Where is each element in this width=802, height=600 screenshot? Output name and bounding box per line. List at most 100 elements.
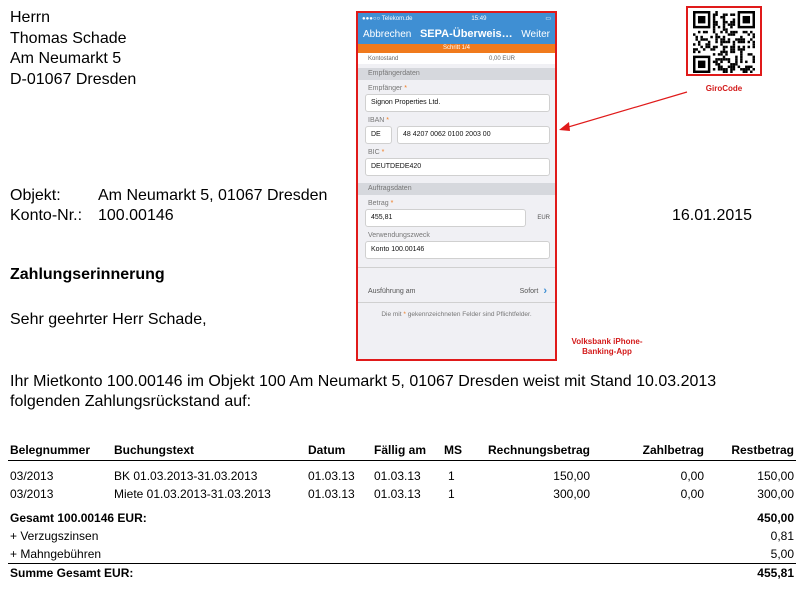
balance-label: Kontostand [368,55,399,62]
banking-app-screenshot: ●●●○○ Telekom.de 15:49 ▭ Abbrechen SEPA-… [356,11,557,361]
required-star: * [386,117,390,124]
balance-row: Kontostand 0,00 EUR [358,53,555,64]
cell: 1 [448,469,455,483]
qr-code-icon [693,11,755,73]
section-recipient: Empfängerdaten [358,68,555,80]
nav-bar: Abbrechen SEPA-Überweis… Weiter [358,24,555,44]
execution-right: Sofort › [520,285,547,297]
object-label: Objekt: [10,187,61,204]
fees-row: + Mahngebühren 5,00 [8,545,796,564]
amount-label-text: Betrag [368,200,389,207]
note-pre: Die mit [381,311,402,318]
amount-field[interactable]: 455,81 [365,209,526,227]
address-name: Thomas Schade [10,29,127,47]
object-row: Objekt: Am Neumarkt 5, 01067 Dresden [10,186,327,206]
iban-label-text: IBAN [368,117,385,124]
execution-label: Ausführung am [368,287,416,295]
balance-value: 0,00 EUR [488,55,515,62]
cell: 01.03.13 [308,469,355,483]
iban-field[interactable]: 48 4207 0062 0100 2003 00 [397,126,550,144]
cell: 0,00 [680,487,704,501]
signal-icon: ●●●○○ [362,15,382,22]
recipient-address: Herrn Thomas Schade Am Neumarkt 5 D-0106… [10,8,136,90]
divider [358,302,555,303]
table-header-row: Belegnummer Buchungstext Datum Fällig am… [8,440,796,461]
interest-label: + Verzugszinsen [10,529,99,543]
recipient-field[interactable]: Signon Properties Ltd. [365,94,550,112]
interest-value: 0,81 [770,529,794,543]
required-star: * [390,200,394,207]
purpose-field[interactable]: Konto 100.00146 [365,241,550,259]
carrier-label: Telekom.de [381,15,413,22]
amount-label: Betrag * [358,200,555,207]
cell: 300,00 [553,487,590,501]
execution-value: Sofort [519,287,539,295]
col-header: Belegnummer [8,440,112,461]
required-star: * [403,311,406,318]
required-star: * [381,149,385,156]
col-header: MS [442,440,476,461]
greeting: Sehr geehrter Herr Schade, [10,311,207,328]
cell: 01.03.13 [374,469,421,483]
cell: 1 [448,487,455,501]
cell: 0,00 [680,469,704,483]
app-caption: Volksbank iPhone-Banking-App [571,337,643,356]
cell: Miete 01.03.2013-31.03.2013 [114,487,271,501]
fees-value: 5,00 [770,547,794,561]
purpose-label: Verwendungszweck [368,232,430,239]
bic-label: BIC * [358,149,555,156]
step-indicator: Schritt 1/4 [358,44,555,53]
address-city: D-01067 Dresden [10,70,137,88]
body-paragraph: Ihr Mietkonto 100.00146 im Objekt 100 Am… [10,373,717,410]
cell: 150,00 [553,469,590,483]
col-header: Restbetrag [706,440,796,461]
section-order: Auftragsdaten [358,183,555,195]
object-info: Objekt: Am Neumarkt 5, 01067 Dresden Kon… [10,186,327,226]
total-value: 450,00 [757,511,794,525]
col-header: Zahlbetrag [592,440,706,461]
recipient-label: Empfänger * [358,85,555,92]
battery-icon: ▭ [545,16,551,22]
address-street: Am Neumarkt 5 [10,50,122,67]
note-post: gekennzeichneten Felder sind Pflichtfeld… [407,311,532,318]
address-salutation: Herrn [10,9,51,26]
account-value: 100.00146 [98,207,174,224]
recipient-label-text: Empfänger [368,85,403,92]
sum-value: 455,81 [706,563,796,582]
qr-caption: GiroCode [705,84,743,93]
cell: 150,00 [757,469,794,483]
col-header: Buchungstext [112,440,306,461]
iban-country-field[interactable]: DE [365,126,392,144]
divider [358,267,555,268]
currency-label: EUR [537,215,550,221]
table-row: 03/2013 BK 01.03.2013-31.03.2013 01.03.1… [8,461,796,486]
sum-row: Summe Gesamt EUR: 455,81 [8,563,796,582]
cell: 01.03.13 [374,487,421,501]
col-header: Rechnungsbetrag [476,440,592,461]
col-header: Fällig am [372,440,442,461]
letter-heading: Zahlungserinnerung [10,266,165,283]
col-header: Datum [306,440,372,461]
nav-title: SEPA-Überweis… [419,28,513,40]
qr-code-box [686,6,762,76]
cancel-button[interactable]: Abbrechen [363,29,411,40]
iban-label: IBAN * [358,117,555,124]
execution-row[interactable]: Ausführung am Sofort › [358,282,555,300]
iban-row: DE 48 4207 0062 0100 2003 00 [365,126,550,144]
fees-label: + Mahngebühren [10,547,102,561]
table-row: 03/2013 Miete 01.03.2013-31.03.2013 01.0… [8,485,796,503]
next-button[interactable]: Weiter [521,29,550,40]
status-time: 15:49 [471,15,487,22]
cell: 01.03.13 [308,487,355,501]
sum-label: Summe Gesamt EUR: [8,563,706,582]
arrears-table: Belegnummer Buchungstext Datum Fällig am… [8,440,796,582]
total-label: Gesamt 100.00146 EUR: [10,511,147,525]
letter-date: 16.01.2015 [672,207,753,224]
chevron-right-icon: › [543,285,547,297]
account-label: Konto-Nr.: [10,207,83,224]
cell: 300,00 [757,487,794,501]
amount-row: 455,81 EUR [365,209,550,227]
bic-field[interactable]: DEUTDEDE420 [365,158,550,176]
required-star: * [404,85,407,92]
arrow-icon [559,91,688,131]
